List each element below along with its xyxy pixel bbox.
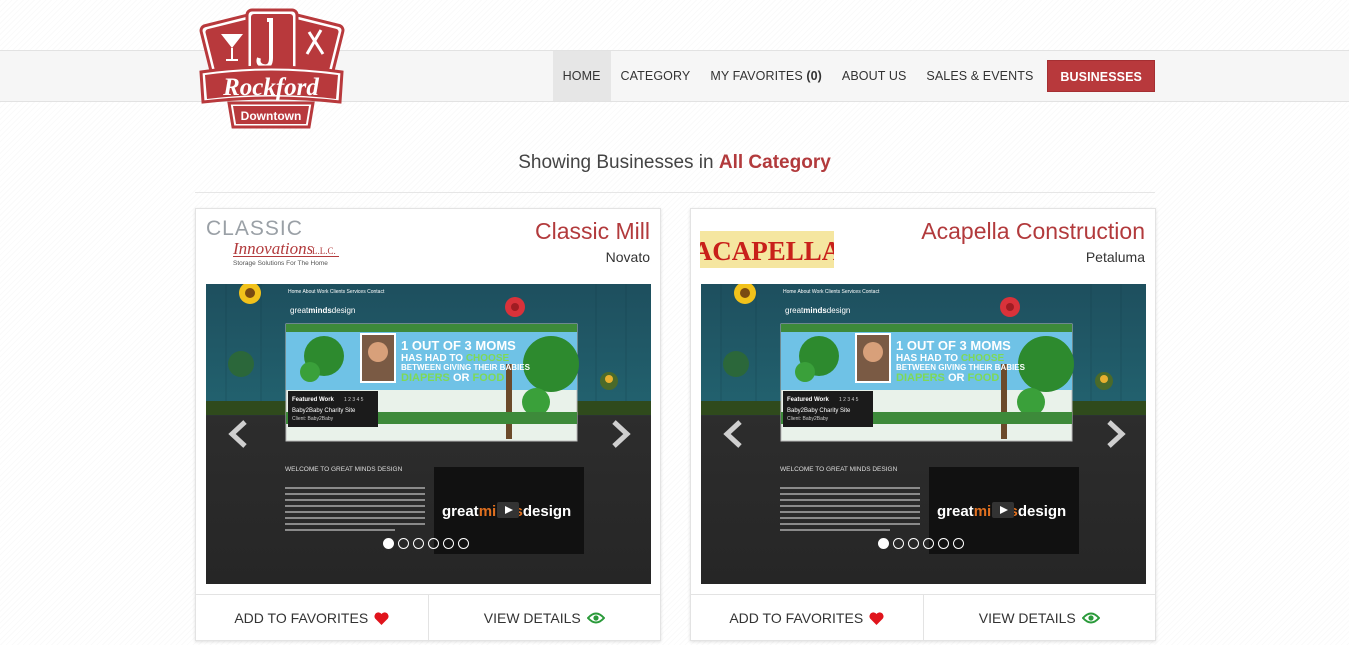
card-header: CLASSIC Innovations L.L.C. Storage Solut… — [196, 209, 660, 284]
svg-text:Featured Work: Featured Work — [787, 397, 830, 403]
card-footer: ADD TO FAVORITES VIEW DETAILS — [196, 594, 660, 641]
carousel-dot[interactable] — [878, 538, 889, 549]
heading-divider — [195, 192, 1155, 193]
heart-icon — [374, 611, 389, 625]
business-city: Novato — [605, 249, 650, 265]
svg-text:Client: Baby2Baby: Client: Baby2Baby — [292, 416, 334, 422]
add-to-favorites-button[interactable]: ADD TO FAVORITES — [196, 595, 428, 641]
business-logo[interactable]: CLASSIC Innovations L.L.C. Storage Solut… — [205, 215, 345, 280]
carousel-dot[interactable] — [383, 538, 394, 549]
svg-text:WELCOME TO GREAT MINDS DESIGN: WELCOME TO GREAT MINDS DESIGN — [780, 466, 898, 473]
view-details-label: VIEW DETAILS — [483, 610, 581, 626]
svg-text:WELCOME TO GREAT MINDS DESIGN: WELCOME TO GREAT MINDS DESIGN — [285, 466, 403, 473]
nav-businesses[interactable]: BUSINESSES — [1047, 60, 1155, 92]
main-nav: HOME CATEGORY MY FAVORITES (0) ABOUT US … — [552, 50, 1155, 102]
page-heading: Showing Businesses in All Category — [0, 152, 1349, 174]
svg-text:Client: Baby2Baby: Client: Baby2Baby — [787, 416, 829, 422]
business-name[interactable]: Classic Mill — [535, 218, 650, 245]
business-name[interactable]: Acapella Construction — [921, 218, 1145, 245]
svg-text:1 OUT OF 3 MOMS: 1 OUT OF 3 MOMS — [401, 338, 516, 353]
site-logo[interactable]: Rockford Downtown — [195, 6, 348, 130]
svg-text:Home About Work Clients: Home About Work Clients Services Contact — [783, 289, 880, 295]
image-carousel[interactable]: Home About Work Clients Services Contact… — [701, 284, 1146, 584]
heart-icon — [869, 611, 884, 625]
nav-my-favorites-label: MY FAVORITES — [710, 69, 803, 83]
carousel-dot[interactable] — [893, 538, 904, 549]
add-to-favorites-label: ADD TO FAVORITES — [729, 610, 864, 626]
svg-text:greatmindsdesign: greatmindsdesign — [290, 306, 355, 315]
business-logo[interactable]: ACAPELLA — [693, 231, 842, 273]
nav-about-us[interactable]: ABOUT US — [832, 51, 916, 101]
svg-text:BETWEEN GIVING THEIR BABIES: BETWEEN GIVING THEIR BABIES — [401, 363, 531, 372]
carousel-next-button[interactable] — [607, 419, 633, 449]
svg-text:1 2 3 4 5: 1 2 3 4 5 — [839, 397, 859, 403]
svg-text:1 OUT OF 3 MOMS: 1 OUT OF 3 MOMS — [896, 338, 1011, 353]
heading-prefix: Showing Businesses in — [518, 152, 714, 173]
svg-text:BETWEEN GIVING THEIR BABIES: BETWEEN GIVING THEIR BABIES — [896, 363, 1026, 372]
logo-text-rockford: Rockford — [222, 74, 319, 101]
logo-text-downtown: Downtown — [241, 109, 302, 123]
view-details-button[interactable]: VIEW DETAILS — [922, 595, 1156, 641]
svg-text:L.L.C.: L.L.C. — [312, 246, 336, 256]
svg-text:Storage Solutions For The Home: Storage Solutions For The Home — [233, 260, 328, 267]
add-to-favorites-button[interactable]: ADD TO FAVORITES — [691, 595, 923, 641]
svg-text:Innovations: Innovations — [232, 239, 314, 258]
carousel-dot[interactable] — [953, 538, 964, 549]
chevron-left-icon — [228, 420, 247, 448]
card-footer: ADD TO FAVORITES VIEW DETAILS — [691, 594, 1155, 641]
carousel-dot[interactable] — [458, 538, 469, 549]
carousel-dot[interactable] — [908, 538, 919, 549]
svg-text:Baby2Baby Charity Site: Baby2Baby Charity Site — [292, 408, 356, 414]
svg-text:CLASSIC: CLASSIC — [206, 217, 303, 240]
carousel-dots — [383, 538, 469, 549]
nav-home[interactable]: HOME — [552, 51, 611, 101]
svg-text:Home About Work Clients: Home About Work Clients Services Contact — [288, 289, 385, 295]
carousel-dot[interactable] — [428, 538, 439, 549]
svg-text:ACAPELLA: ACAPELLA — [700, 236, 834, 266]
favorites-count: (0) — [806, 69, 822, 83]
eye-icon — [1081, 612, 1100, 624]
svg-text:Baby2Baby Charity Site: Baby2Baby Charity Site — [787, 408, 851, 414]
carousel-dot[interactable] — [398, 538, 409, 549]
nav-sales-events[interactable]: SALES & EVENTS — [916, 51, 1043, 101]
card-header: ACAPELLA Acapella Construction Petaluma — [691, 209, 1155, 284]
carousel-dot[interactable] — [413, 538, 424, 549]
view-details-button[interactable]: VIEW DETAILS — [427, 595, 661, 641]
view-details-label: VIEW DETAILS — [978, 610, 1076, 626]
carousel-dot[interactable] — [938, 538, 949, 549]
svg-text:1 2 3 4 5: 1 2 3 4 5 — [344, 397, 364, 403]
nav-category[interactable]: CATEGORY — [611, 51, 701, 101]
carousel-dots — [878, 538, 964, 549]
chevron-left-icon — [723, 420, 742, 448]
chevron-right-icon — [1107, 420, 1126, 448]
carousel-prev-button[interactable] — [721, 419, 747, 449]
svg-text:DIAPERS OR FOOD: DIAPERS OR FOOD — [401, 372, 504, 384]
svg-text:greatmindsdesign: greatmindsdesign — [785, 306, 850, 315]
business-card: CLASSIC Innovations L.L.C. Storage Solut… — [195, 208, 661, 641]
svg-text:DIAPERS OR FOOD: DIAPERS OR FOOD — [896, 372, 999, 384]
add-to-favorites-label: ADD TO FAVORITES — [234, 610, 369, 626]
carousel-prev-button[interactable] — [226, 419, 252, 449]
eye-icon — [586, 612, 605, 624]
carousel-dot[interactable] — [923, 538, 934, 549]
carousel-dot[interactable] — [443, 538, 454, 549]
business-card: ACAPELLA Acapella Construction Petaluma — [690, 208, 1156, 641]
nav-my-favorites[interactable]: MY FAVORITES (0) — [700, 51, 832, 101]
business-city: Petaluma — [1085, 249, 1145, 265]
svg-text:Featured Work: Featured Work — [292, 397, 335, 403]
carousel-next-button[interactable] — [1102, 419, 1128, 449]
chevron-right-icon — [612, 420, 631, 448]
image-carousel[interactable]: Home About Work Clients Services Contact… — [206, 284, 651, 584]
heading-category[interactable]: All Category — [719, 152, 831, 173]
